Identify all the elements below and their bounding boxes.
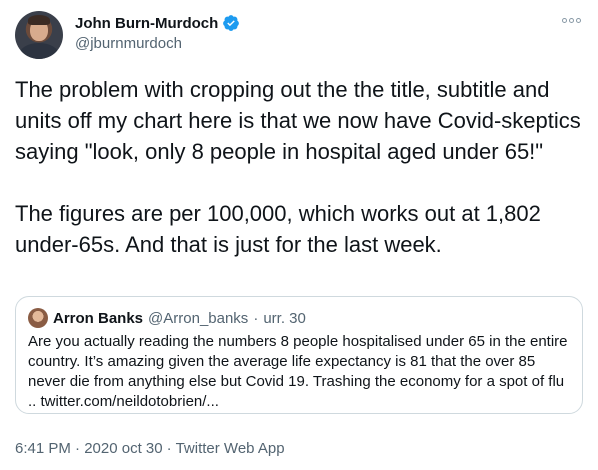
author-display-name[interactable]: John Burn-Murdoch bbox=[75, 15, 218, 32]
quoted-author-name: Arron Banks bbox=[53, 309, 144, 327]
tweet-body-text: The problem with cropping out the the ti… bbox=[15, 77, 581, 257]
quoted-author-avatar bbox=[28, 308, 48, 328]
quoted-tweet-date: urr. 30 bbox=[263, 309, 306, 327]
quoted-tweet-text: Are you actually reading the numbers 8 p… bbox=[28, 333, 568, 410]
footer-separator: · bbox=[166, 440, 172, 457]
quoted-separator: · bbox=[253, 309, 259, 327]
author-avatar[interactable] bbox=[15, 11, 63, 59]
author-name-row[interactable]: John Burn-Murdoch bbox=[75, 14, 240, 32]
tweet-source-app[interactable]: Twitter Web App bbox=[176, 440, 285, 457]
more-options-icon[interactable] bbox=[562, 14, 582, 26]
quoted-tweet-header: Arron Banks @Arron_banks · urr. 30 bbox=[28, 308, 306, 328]
tweet-footer: 6:41 PM · 2020 oct 30 · Twitter Web App bbox=[15, 440, 285, 457]
quoted-author-handle: @Arron_banks bbox=[148, 309, 249, 327]
tweet: John Burn-Murdoch @jburnmurdoch The prob… bbox=[0, 0, 598, 470]
quoted-tweet[interactable]: Arron Banks @Arron_banks · urr. 30 Are y… bbox=[15, 296, 583, 414]
verified-badge-icon bbox=[222, 14, 240, 32]
author-handle[interactable]: @jburnmurdoch bbox=[75, 35, 182, 52]
tweet-timestamp[interactable]: 6:41 PM · 2020 oct 30 bbox=[15, 440, 163, 457]
